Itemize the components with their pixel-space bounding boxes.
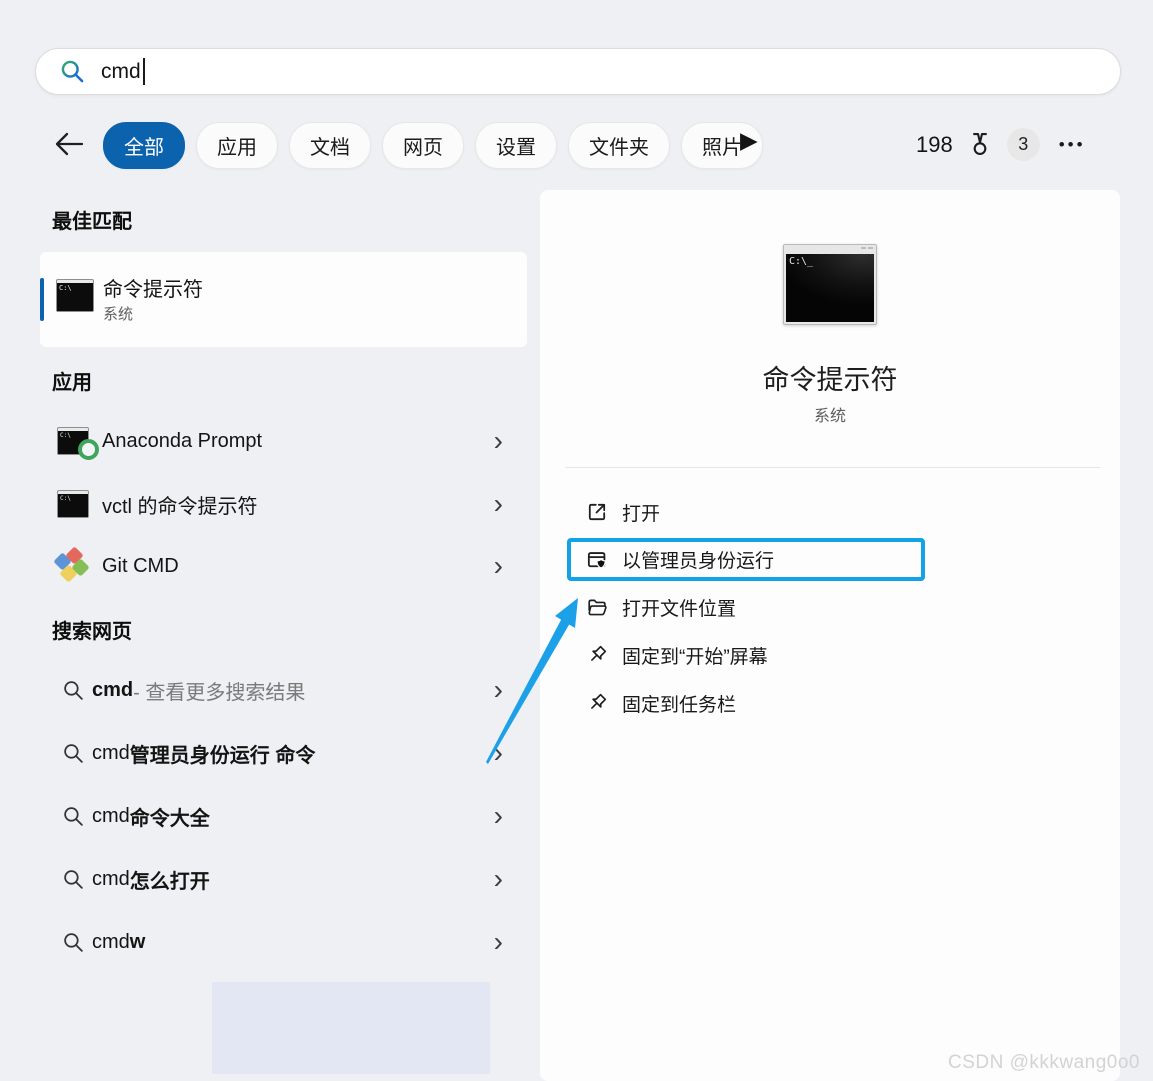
web-suggestion[interactable]: cmd - 查看更多搜索结果 ›	[40, 664, 527, 716]
preview-title: 命令提示符	[540, 358, 1120, 397]
tab-all[interactable]: 全部	[103, 122, 185, 169]
search-suggestion-icon	[54, 679, 92, 702]
notification-badge[interactable]: 3	[1007, 128, 1040, 161]
filter-tabs: 全部 应用 文档 网页 设置 文件夹 照片	[103, 122, 763, 169]
tab-documents[interactable]: 文档	[289, 122, 371, 169]
background-tint	[212, 982, 490, 1074]
preview-subtitle: 系统	[540, 402, 1120, 426]
action-open[interactable]: 打开	[567, 490, 1067, 534]
rewards-medal-icon[interactable]	[966, 131, 994, 159]
search-suggestion-icon	[54, 742, 92, 765]
web-suggestion[interactable]: cmd怎么打开 ›	[40, 853, 527, 905]
tab-web[interactable]: 网页	[382, 122, 464, 169]
list-item-vctl-cmd[interactable]: C:\ vctl 的命令提示符 ›	[40, 478, 527, 530]
topbar-right-cluster: 198 3 •••	[916, 122, 1086, 167]
admin-shield-icon	[585, 548, 609, 572]
search-suggestion-icon	[54, 931, 92, 954]
windows-search-flyout: cmd 全部 应用 文档 网页 设置 文件夹 照片 ▶ 198 3 ••• 最佳…	[0, 0, 1153, 1081]
web-suggestion[interactable]: cmdw ›	[40, 916, 527, 968]
tab-settings[interactable]: 设置	[475, 122, 557, 169]
back-button[interactable]	[52, 128, 86, 160]
web-search-heading: 搜索网页	[52, 615, 132, 644]
best-match-result[interactable]: C:\ 命令提示符 系统	[40, 252, 527, 347]
best-match-title: 命令提示符	[103, 273, 203, 302]
search-input[interactable]: cmd	[101, 60, 141, 84]
chevron-right-icon[interactable]: ›	[494, 928, 503, 956]
more-tabs-icon[interactable]: ▶	[740, 129, 758, 152]
action-run-as-admin-highlighted[interactable]: 以管理员身份运行	[567, 538, 925, 581]
watermark: CSDN @kkkwang0o0	[948, 1052, 1140, 1074]
chevron-right-icon[interactable]: ›	[494, 865, 503, 893]
rewards-count[interactable]: 198	[916, 132, 953, 158]
selection-accent-bar	[40, 278, 44, 321]
action-pin-to-taskbar[interactable]: 固定到任务栏	[567, 681, 1067, 725]
list-item-anaconda-prompt[interactable]: C:\ Anaconda Prompt ›	[40, 415, 527, 467]
preview-panel: C:\_ 命令提示符 系统 打开 以管理员身份运行	[540, 190, 1120, 1081]
action-pin-to-start[interactable]: 固定到“开始”屏幕	[567, 633, 1067, 677]
divider	[565, 467, 1100, 468]
pin-icon	[585, 643, 609, 667]
best-match-heading: 最佳匹配	[52, 205, 132, 234]
cmd-terminal-icon: C:\	[54, 490, 92, 518]
apps-heading: 应用	[52, 366, 92, 395]
pin-icon	[585, 691, 609, 715]
git-cmd-icon	[54, 547, 92, 585]
web-suggestion[interactable]: cmd命令大全 ›	[40, 790, 527, 842]
open-external-icon	[585, 500, 609, 524]
search-suggestion-icon	[54, 868, 92, 891]
chevron-right-icon[interactable]: ›	[494, 490, 503, 518]
action-open-file-location[interactable]: 打开文件位置	[567, 585, 1067, 629]
chevron-right-icon[interactable]: ›	[494, 739, 503, 767]
chevron-right-icon[interactable]: ›	[494, 676, 503, 704]
best-match-subtitle: 系统	[103, 303, 133, 324]
anaconda-ring-icon	[78, 439, 99, 460]
search-bar[interactable]: cmd	[35, 48, 1121, 95]
list-item-git-cmd[interactable]: Git CMD ›	[40, 540, 527, 592]
folder-icon	[585, 595, 609, 619]
cmd-terminal-large-icon: C:\_	[783, 244, 877, 325]
search-icon	[59, 58, 86, 85]
text-caret	[143, 58, 145, 85]
chevron-right-icon[interactable]: ›	[494, 427, 503, 455]
tab-apps[interactable]: 应用	[196, 122, 278, 169]
arrow-left-icon	[52, 128, 86, 160]
overflow-menu-icon[interactable]: •••	[1059, 135, 1086, 155]
web-suggestion[interactable]: cmd管理员身份运行 命令 ›	[40, 727, 527, 779]
chevron-right-icon[interactable]: ›	[494, 552, 503, 580]
chevron-right-icon[interactable]: ›	[494, 802, 503, 830]
cmd-terminal-icon: C:\	[56, 279, 94, 312]
search-suggestion-icon	[54, 805, 92, 828]
anaconda-prompt-icon: C:\	[54, 427, 92, 455]
tab-folders[interactable]: 文件夹	[568, 122, 670, 169]
